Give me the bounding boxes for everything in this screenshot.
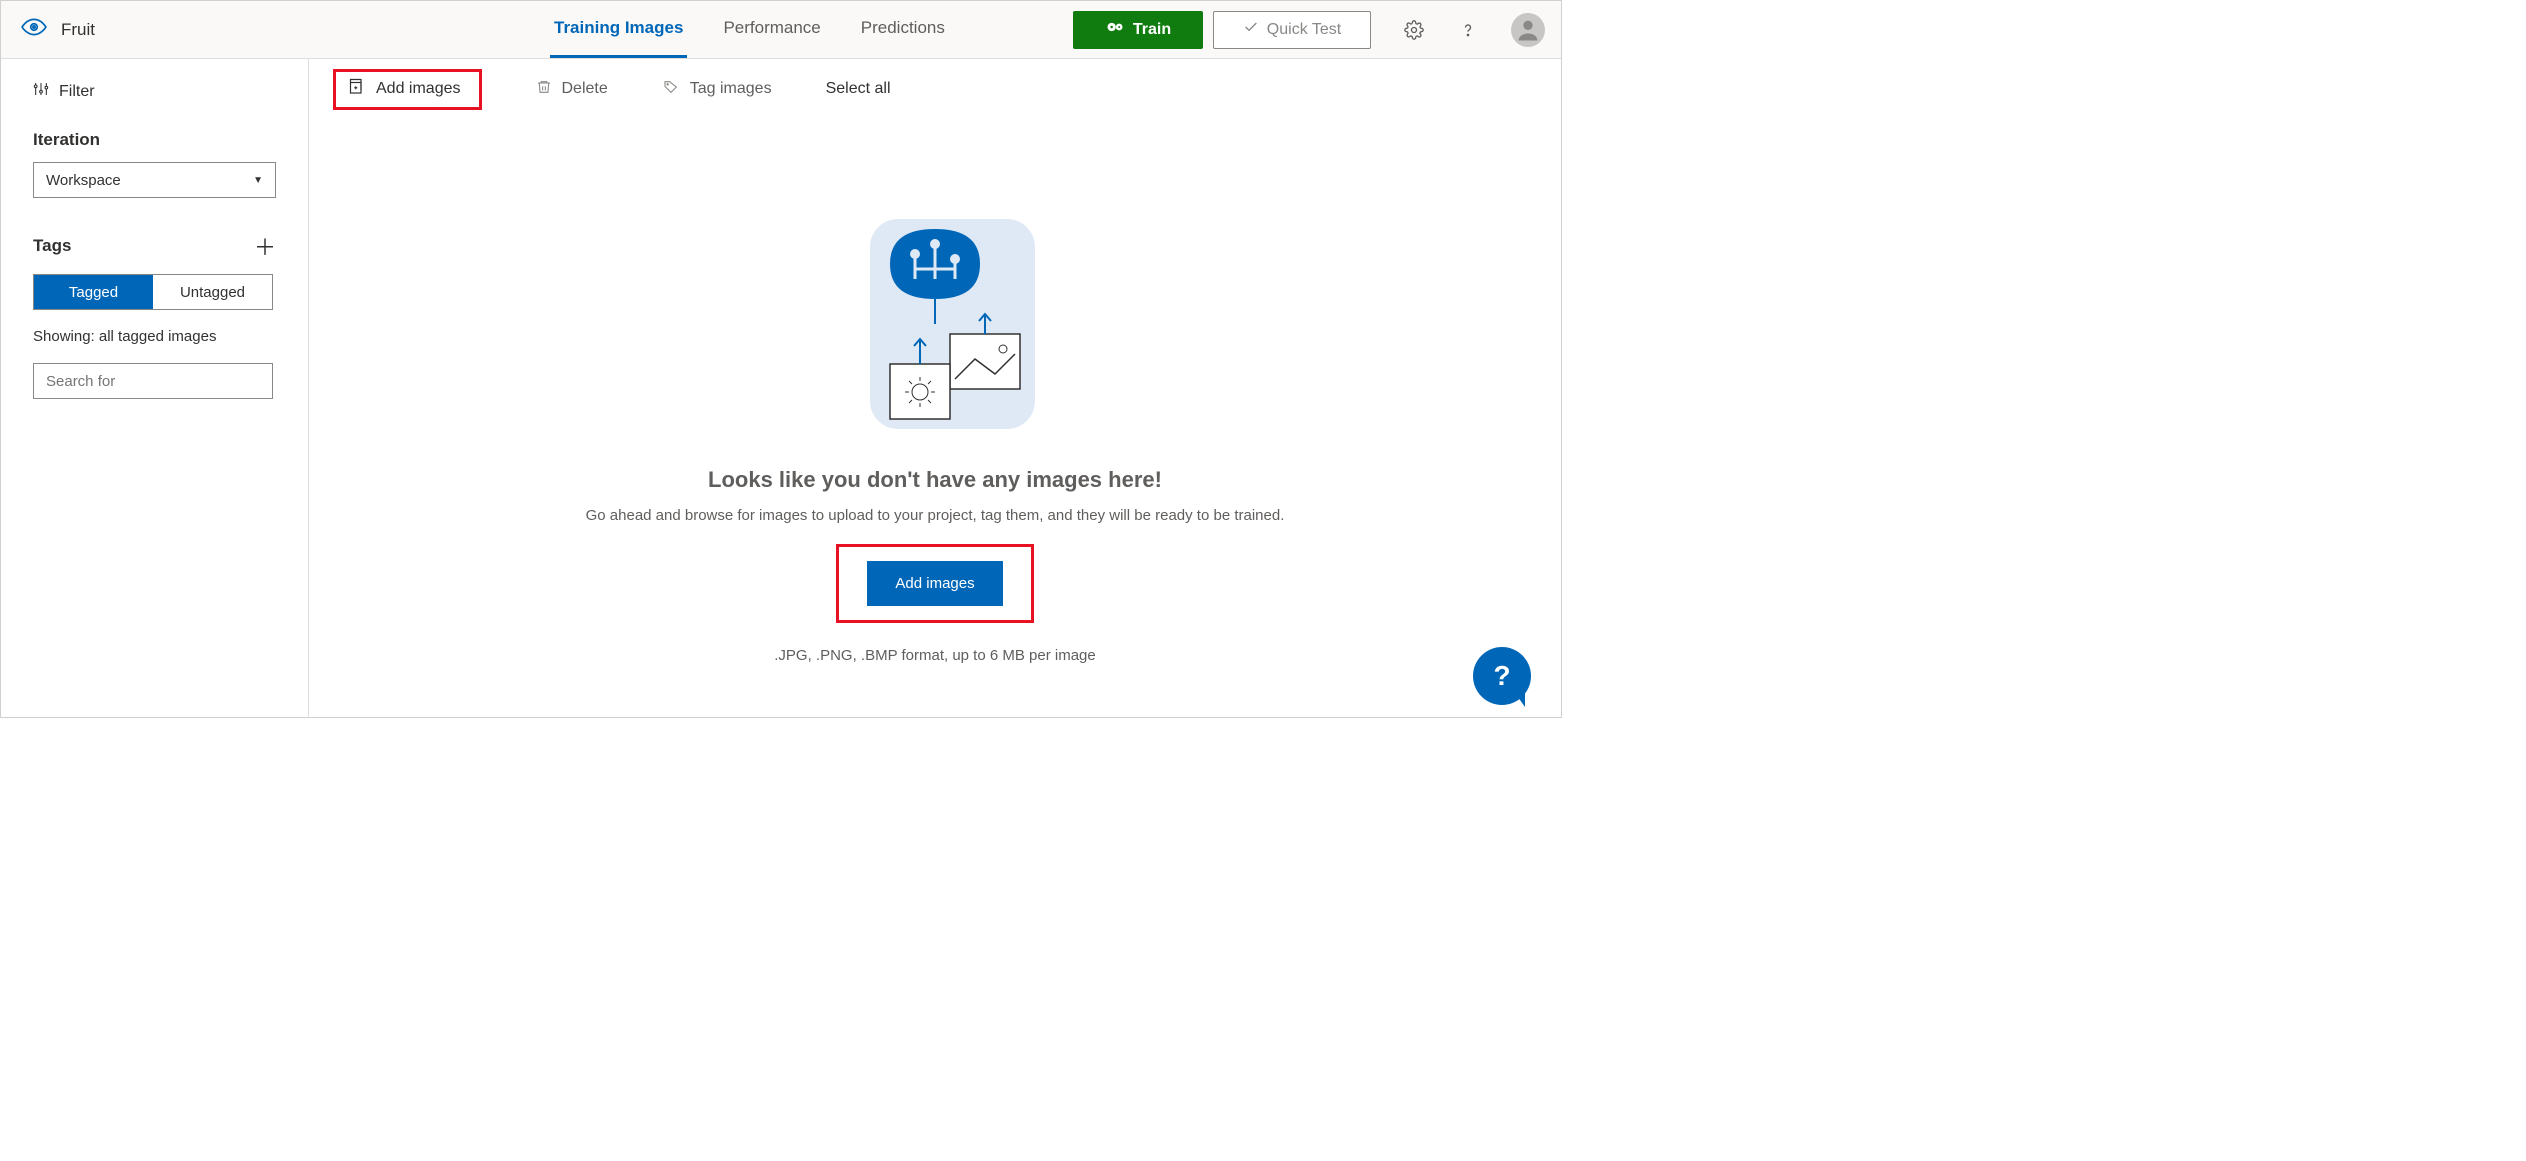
tab-training-images[interactable]: Training Images xyxy=(550,1,687,58)
eye-icon xyxy=(21,14,47,45)
filter-label: Filter xyxy=(59,83,95,101)
select-all-button[interactable]: Select all xyxy=(826,80,891,98)
trash-icon xyxy=(536,79,552,100)
filter-sidebar: Filter Iteration Workspace ▼ Tags ＋ Tagg… xyxy=(1,59,309,717)
tags-heading-row: Tags ＋ xyxy=(33,230,276,262)
tag-filter-segmented: Tagged Untagged xyxy=(33,274,273,310)
main-body: Filter Iteration Workspace ▼ Tags ＋ Tagg… xyxy=(1,59,1561,717)
iteration-heading: Iteration xyxy=(33,130,276,150)
image-toolbar: Add images Delete Tag images Select all xyxy=(309,59,1561,119)
empty-heading: Looks like you don't have any images her… xyxy=(708,467,1162,493)
check-icon xyxy=(1243,19,1259,40)
project-title: Fruit xyxy=(61,20,95,40)
add-image-icon xyxy=(346,78,364,101)
help-fab[interactable]: ? xyxy=(1473,647,1531,705)
help-button[interactable] xyxy=(1457,19,1479,41)
add-images-button[interactable]: Add images xyxy=(376,80,461,98)
gears-icon xyxy=(1105,19,1125,40)
filter-heading: Filter xyxy=(33,81,276,102)
sliders-icon xyxy=(33,81,49,102)
tag-images-button[interactable]: Tag images xyxy=(662,79,772,100)
showing-text: Showing: all tagged images xyxy=(33,328,276,345)
top-header: Fruit Training Images Performance Predic… xyxy=(1,1,1561,59)
train-label: Train xyxy=(1133,21,1171,39)
empty-text: Go ahead and browse for images to upload… xyxy=(586,507,1285,524)
tag-search-input-wrap xyxy=(33,363,273,399)
segment-tagged[interactable]: Tagged xyxy=(34,275,153,309)
delete-button[interactable]: Delete xyxy=(536,79,608,100)
app-window: Fruit Training Images Performance Predic… xyxy=(0,0,1562,718)
iteration-value: Workspace xyxy=(46,172,121,189)
settings-button[interactable] xyxy=(1403,19,1425,41)
tags-heading: Tags xyxy=(33,236,71,256)
user-avatar[interactable] xyxy=(1511,13,1545,47)
tab-performance[interactable]: Performance xyxy=(719,1,824,58)
format-hint: .JPG, .PNG, .BMP format, up to 6 MB per … xyxy=(774,647,1096,664)
empty-state: Looks like you don't have any images her… xyxy=(309,119,1561,717)
iteration-select[interactable]: Workspace ▼ xyxy=(33,162,276,198)
dropdown-triangle-icon: ▼ xyxy=(253,175,263,186)
quick-test-button[interactable]: Quick Test xyxy=(1213,11,1371,49)
highlight-add-images: Add images xyxy=(333,69,482,110)
train-button[interactable]: Train xyxy=(1073,11,1203,49)
quick-test-label: Quick Test xyxy=(1267,21,1341,39)
delete-label: Delete xyxy=(562,80,608,98)
add-images-cta-button[interactable]: Add images xyxy=(867,561,1002,606)
tab-predictions[interactable]: Predictions xyxy=(857,1,949,58)
project-title-wrap: Fruit xyxy=(21,14,95,45)
tag-icon xyxy=(662,79,680,100)
main-content: Add images Delete Tag images Select all xyxy=(309,59,1561,717)
add-tag-button[interactable]: ＋ xyxy=(254,230,276,262)
header-actions: Train Quick Test xyxy=(1073,11,1545,49)
segment-untagged[interactable]: Untagged xyxy=(153,275,272,309)
main-tabs: Training Images Performance Predictions xyxy=(550,1,949,58)
empty-illustration xyxy=(835,209,1035,439)
tag-search-input[interactable] xyxy=(34,364,272,398)
highlight-add-images-cta: Add images xyxy=(836,544,1033,623)
tag-images-label: Tag images xyxy=(690,80,772,98)
